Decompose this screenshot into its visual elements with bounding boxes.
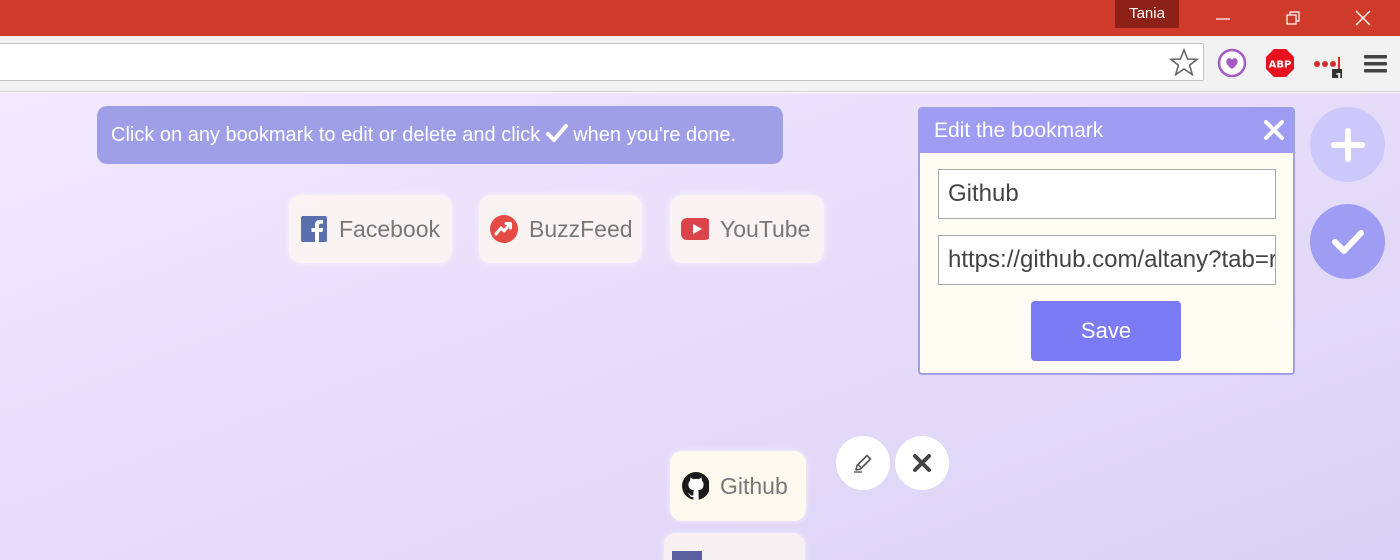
svg-text:ABP: ABP xyxy=(1269,60,1292,71)
minimize-button[interactable] xyxy=(1200,0,1246,36)
bookmark-buzzfeed[interactable]: BuzzFeed xyxy=(479,195,642,263)
lastpass-icon[interactable]: 1 xyxy=(1312,48,1342,78)
close-icon xyxy=(913,454,931,472)
window-titlebar: Tania xyxy=(0,0,1400,36)
plus-icon xyxy=(1330,127,1365,162)
bookmark-url-field[interactable]: https://github.com/altany?tab=repositori… xyxy=(938,235,1276,285)
address-bar[interactable] xyxy=(0,43,1204,81)
checkmark-icon xyxy=(1331,229,1364,254)
pencil-icon xyxy=(854,454,872,473)
bookmark-name-field[interactable]: Github xyxy=(938,169,1276,219)
close-window-button[interactable] xyxy=(1340,0,1386,36)
restore-icon xyxy=(1286,11,1300,25)
edit-bookmark-panel: Edit the bookmark Github https://github.… xyxy=(918,107,1295,375)
heart-extension-icon[interactable] xyxy=(1217,48,1247,78)
bookmark-label: Facebook xyxy=(339,215,441,242)
github-icon xyxy=(681,472,709,500)
youtube-icon xyxy=(681,215,709,243)
edit-panel-header: Edit the bookmark xyxy=(920,109,1293,153)
checkmark-icon xyxy=(545,124,568,142)
bookmark-partial-icon xyxy=(672,551,702,560)
close-icon xyxy=(1355,10,1371,26)
add-bookmark-button[interactable] xyxy=(1310,107,1385,182)
hint-text-before: Click on any bookmark to edit or delete … xyxy=(111,124,541,146)
adblock-icon[interactable]: ABP xyxy=(1265,48,1295,78)
close-panel-icon[interactable] xyxy=(1263,119,1285,141)
save-button[interactable]: Save xyxy=(1031,301,1181,361)
buzzfeed-icon xyxy=(490,215,518,243)
bookmark-label: Github xyxy=(720,472,788,499)
svg-text:1: 1 xyxy=(1335,71,1342,78)
edit-mode-hint: Click on any bookmark to edit or delete … xyxy=(97,106,783,164)
restore-button[interactable] xyxy=(1270,0,1316,36)
bookmark-partial[interactable] xyxy=(664,533,805,560)
bookmark-label: BuzzFeed xyxy=(529,215,633,242)
bookmark-facebook[interactable]: Facebook xyxy=(289,195,452,263)
edit-bookmark-button[interactable] xyxy=(836,436,890,490)
menu-icon[interactable] xyxy=(1363,51,1393,81)
hint-text-after: when you're done. xyxy=(573,124,737,146)
bookmark-youtube[interactable]: YouTube xyxy=(670,195,824,263)
delete-bookmark-button[interactable] xyxy=(895,436,949,490)
bookmark-label: YouTube xyxy=(720,215,811,242)
facebook-icon xyxy=(300,215,328,243)
done-editing-button[interactable] xyxy=(1310,204,1385,279)
new-tab-page: Click on any bookmark to edit or delete … xyxy=(0,93,1400,560)
profile-button[interactable]: Tania xyxy=(1115,0,1179,28)
edit-panel-title: Edit the bookmark xyxy=(934,119,1104,142)
bookmark-github[interactable]: Github xyxy=(670,451,806,521)
minimize-icon xyxy=(1216,18,1230,20)
bookmark-star-icon[interactable] xyxy=(1169,48,1199,78)
